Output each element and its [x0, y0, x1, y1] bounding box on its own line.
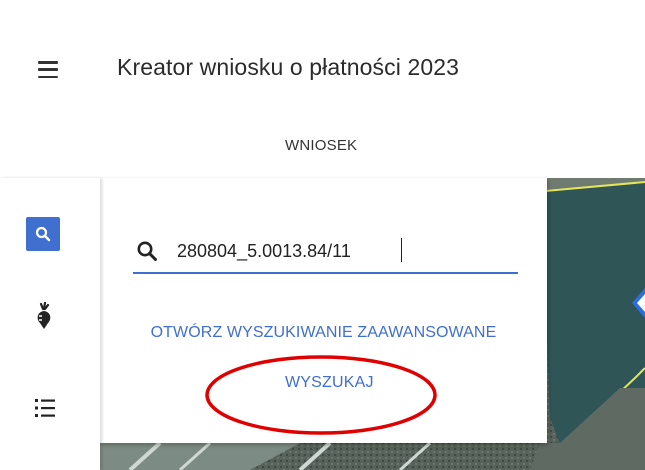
crop-icon — [37, 301, 51, 329]
tab-wniosek[interactable]: WNIOSEK — [285, 137, 357, 154]
advanced-search-link[interactable]: OTWÓRZ WYSZUKIWANIE ZAAWANSOWANE — [100, 324, 547, 342]
text-caret — [401, 238, 402, 262]
sidebar-item-search[interactable] — [26, 217, 60, 251]
sidebar-item-crop[interactable] — [33, 301, 55, 330]
hamburger-menu-icon[interactable] — [38, 61, 58, 79]
search-button[interactable]: WYSZUKAJ — [285, 374, 374, 392]
page-title: Kreator wniosku o płatności 2023 — [117, 54, 460, 80]
search-panel: OTWÓRZ WYSZUKIWANIE ZAAWANSOWANE WYSZUKA… — [100, 178, 547, 443]
search-input[interactable] — [177, 238, 507, 264]
search-field-icon — [137, 241, 157, 261]
sidebar-item-list[interactable] — [33, 397, 57, 419]
app-header: Kreator wniosku o płatności 2023 WNIOSEK — [0, 0, 645, 178]
list-icon — [35, 399, 55, 417]
sidebar — [0, 178, 100, 470]
search-field[interactable] — [133, 230, 518, 274]
search-icon — [35, 226, 51, 242]
